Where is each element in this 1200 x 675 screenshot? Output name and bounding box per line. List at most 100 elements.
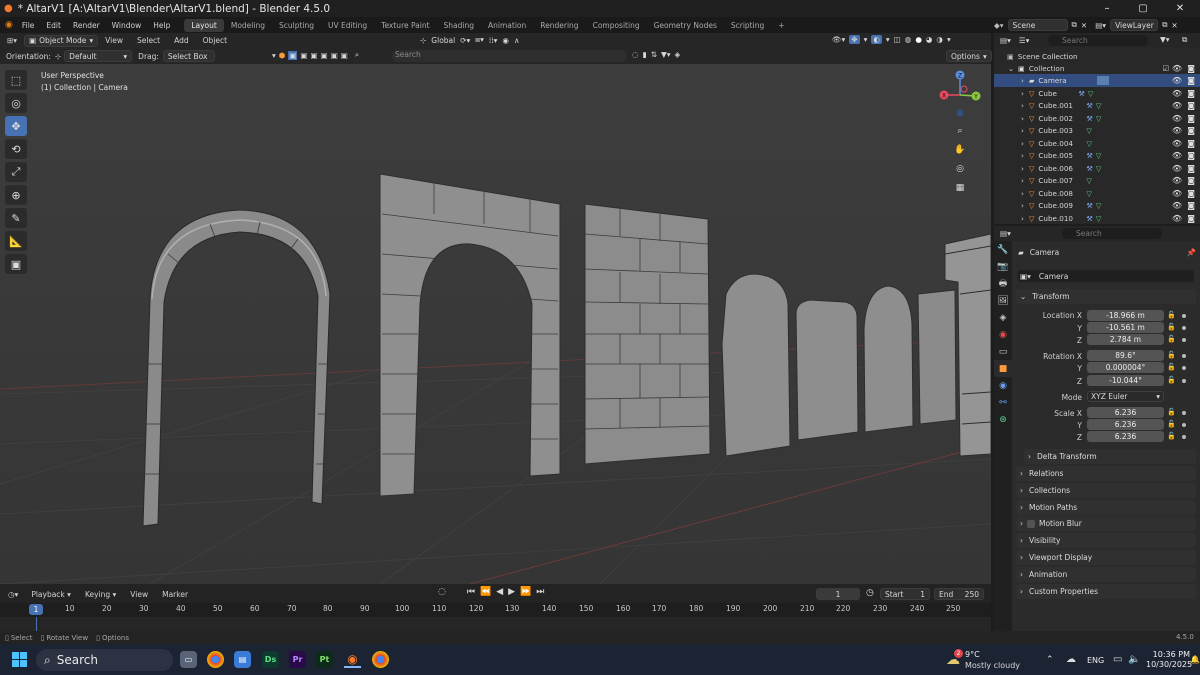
add-cube-tool-icon[interactable]: ▣ <box>5 254 27 274</box>
eye-icon[interactable]: 👁 <box>1172 201 1182 210</box>
maximize-button[interactable]: ▢ <box>1126 0 1160 17</box>
annotate-tool-icon[interactable]: ✎ <box>5 208 27 228</box>
eye-icon[interactable]: 👁 <box>1172 176 1182 185</box>
material-shading-icon[interactable]: ◕ <box>926 35 933 44</box>
tray-chevron-icon[interactable]: ⌃ <box>1046 655 1054 665</box>
render-camera-icon[interactable]: ◙ <box>1187 139 1195 148</box>
tab-layout[interactable]: Layout <box>184 18 224 32</box>
close-button[interactable]: ✕ <box>1163 0 1197 17</box>
select-intersect-icon[interactable]: ▣ <box>331 51 338 60</box>
menu-window[interactable]: Window <box>106 21 148 30</box>
end-frame-field[interactable]: End 250 <box>934 588 984 600</box>
scale-x-field[interactable]: 6.236 <box>1087 407 1164 418</box>
snap-target-icon[interactable]: ⁞⁞▾ <box>489 36 498 45</box>
expand-arrow-icon[interactable]: › <box>1021 151 1024 160</box>
daz-studio-icon[interactable]: Ds <box>262 651 279 668</box>
outliner-item-cube-008[interactable]: › ▽ Cube.008 ▽ 👁 ◙ <box>994 187 1200 200</box>
render-camera-icon[interactable]: ◙ <box>1187 126 1195 135</box>
eye-icon[interactable]: 👁 <box>1172 139 1182 148</box>
transform-tool-icon[interactable]: ⊕ <box>5 185 27 205</box>
bookmark-icon[interactable]: ▮ <box>643 50 647 59</box>
properties-editor-icon[interactable]: ▤▾ <box>1000 229 1011 238</box>
lock-icon[interactable]: 🔓 <box>1167 335 1176 343</box>
select-box-tool-icon[interactable]: ⬚ <box>5 70 27 90</box>
expand-arrow-icon[interactable]: › <box>1021 139 1024 148</box>
keyframe-dot-icon[interactable] <box>1182 354 1186 358</box>
editor-type-icon[interactable]: ⊞▾ <box>2 35 22 46</box>
location-x-field[interactable]: -18.966 m <box>1087 310 1164 321</box>
scene-tab-icon[interactable]: ◈ <box>994 309 1012 326</box>
display-mode-icon[interactable]: ☰▾ <box>1019 36 1030 45</box>
falloff-icon[interactable]: ∧ <box>514 36 520 45</box>
play-icon[interactable]: ▶ <box>508 587 515 597</box>
rotation-z-field[interactable]: -10.044° <box>1087 375 1164 386</box>
eye-icon[interactable]: 👁 <box>1172 101 1182 110</box>
menu-render[interactable]: Render <box>67 21 106 30</box>
lock-icon[interactable]: 🔓 <box>1167 432 1176 440</box>
outliner-search-input[interactable]: Search <box>1048 35 1148 46</box>
remove-scene-icon[interactable]: ✕ <box>1081 21 1087 30</box>
viewport-display-panel-header[interactable]: › Viewport Display <box>1016 550 1196 565</box>
orientation-dropdown[interactable]: Default ▾ <box>64 50 133 62</box>
outliner-scene-collection[interactable]: ▣ Scene Collection <box>994 50 1200 63</box>
visibility-icon[interactable]: 👁▾ <box>832 35 845 44</box>
keyframe-dot-icon[interactable] <box>1182 366 1186 370</box>
render-camera-icon[interactable]: ◙ <box>1187 64 1195 73</box>
marker-menu[interactable]: Marker <box>157 589 193 600</box>
clear-search-icon[interactable]: ◌ <box>632 50 639 59</box>
snap-icon[interactable]: ⧈▾ <box>475 35 484 45</box>
outliner-collection[interactable]: ⌄ ▣ Collection ☑ 👁 ◙ <box>994 62 1200 75</box>
playhead[interactable]: 1 <box>29 604 43 615</box>
output-tab-icon[interactable]: 🖶 <box>994 275 1012 292</box>
keyframe-dot-icon[interactable] <box>1182 411 1186 415</box>
scale-y-field[interactable]: 6.236 <box>1087 419 1164 430</box>
render-camera-icon[interactable]: ◙ <box>1187 214 1195 223</box>
add-workspace-button[interactable]: + <box>771 19 791 32</box>
lock-icon[interactable]: 🔓 <box>1167 420 1176 428</box>
keyframe-dot-icon[interactable] <box>1182 314 1186 318</box>
volume-icon[interactable]: 🔈 <box>1128 654 1140 665</box>
menu-select[interactable]: Select <box>132 35 165 46</box>
measure-tool-icon[interactable]: 📐 <box>5 231 27 251</box>
menu-file[interactable]: File <box>16 21 41 30</box>
menu-object[interactable]: Object <box>198 35 232 46</box>
expand-arrow-icon[interactable]: › <box>1021 126 1024 135</box>
shield-icon[interactable]: ◈ <box>675 50 681 59</box>
sort-icon[interactable]: ⇅ <box>651 50 657 59</box>
overlay-toggle-icon[interactable]: ◐ <box>871 35 882 44</box>
mesh-filter-icon[interactable]: ⬢ <box>279 51 286 60</box>
move-tool-icon[interactable]: ✥ <box>5 116 27 136</box>
lock-icon[interactable]: 🔓 <box>1167 376 1176 384</box>
outliner-item-cube-007[interactable]: › ▽ Cube.007 ▽ 👁 ◙ <box>994 175 1200 188</box>
outliner-item-cube[interactable]: › ▽ Cube ⚒ ▽ 👁 ◙ <box>994 87 1200 100</box>
physics-tab-icon[interactable]: ◉ <box>994 377 1012 394</box>
menu-view[interactable]: View <box>100 35 128 46</box>
xray-icon[interactable]: ◫ <box>894 35 901 44</box>
blender-taskbar-icon[interactable]: ◉ <box>344 651 361 668</box>
chrome-profile-icon[interactable] <box>372 651 389 668</box>
expand-arrow-icon[interactable]: › <box>1021 189 1024 198</box>
drag-dropdown[interactable]: Select Box <box>162 50 215 62</box>
options-dropdown[interactable]: Options ▾ <box>946 50 992 62</box>
next-keyframe-icon[interactable]: ⏩ <box>520 587 531 597</box>
expand-arrow-icon[interactable]: › <box>1021 76 1024 85</box>
premiere-icon[interactable]: Pr <box>289 651 306 668</box>
keyframe-dot-icon[interactable] <box>1182 435 1186 439</box>
rotation-x-field[interactable]: 89.6° <box>1087 350 1164 361</box>
scene-field[interactable]: Scene <box>1007 19 1068 31</box>
motion-paths-panel-header[interactable]: › Motion Paths <box>1016 500 1196 515</box>
eye-icon[interactable]: 👁 <box>1172 126 1182 135</box>
system-clock[interactable]: 10:36 PM 10/30/2025 <box>1146 650 1192 670</box>
lock-icon[interactable]: 🔓 <box>1167 408 1176 416</box>
transform-panel-header[interactable]: ⌄ Transform <box>1016 289 1196 304</box>
lock-icon[interactable]: 🔓 <box>1167 323 1176 331</box>
object-name-field[interactable]: ▣▾ Camera <box>1018 270 1194 282</box>
wireframe-shading-icon[interactable]: ◍ <box>905 35 912 44</box>
tab-shading[interactable]: Shading <box>437 19 481 32</box>
eye-icon[interactable]: 👁 <box>1172 89 1182 98</box>
keyframe-dot-icon[interactable] <box>1182 338 1186 342</box>
render-camera-icon[interactable]: ◙ <box>1187 89 1195 98</box>
tab-compositing[interactable]: Compositing <box>586 19 647 32</box>
perspective-toggle-icon[interactable]: ▦ <box>952 180 968 196</box>
select-invert-icon[interactable]: ▣ <box>321 51 328 60</box>
